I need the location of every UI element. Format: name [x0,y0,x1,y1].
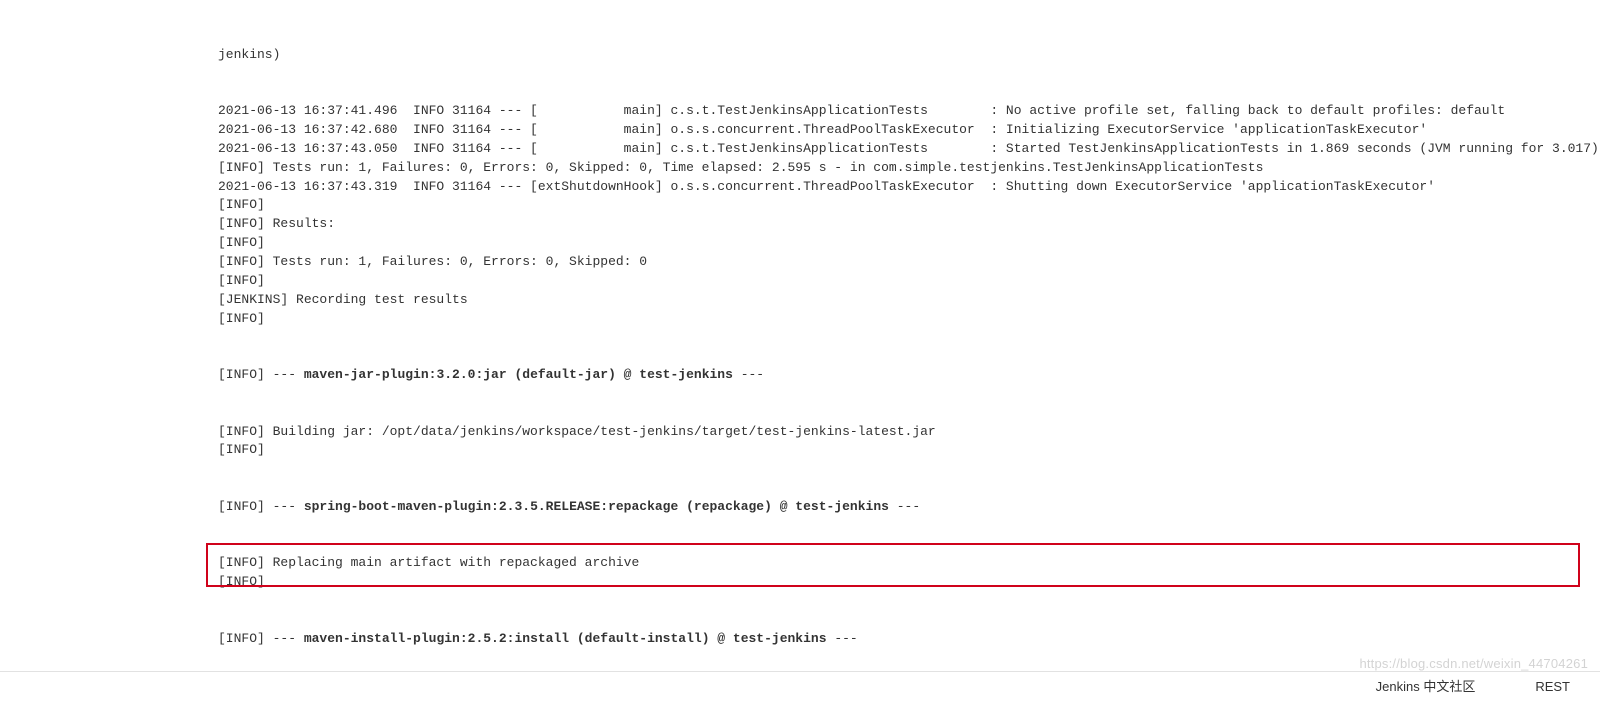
log-line: [INFO] [218,272,1600,291]
log-line: [INFO] [218,441,1600,460]
log-line: [JENKINS] Recording test results [218,291,1600,310]
maven-plugin-bold: maven-install-plugin:2.5.2:install (defa… [304,631,827,646]
log-line-plugin: [INFO] --- maven-install-plugin:2.5.2:in… [218,630,1600,649]
log-line: [INFO] Results: [218,215,1600,234]
maven-plugin-bold: spring-boot-maven-plugin:2.3.5.RELEASE:r… [304,499,889,514]
log-line: [INFO] [218,234,1600,253]
console-viewport: jenkins) 2021-06-13 16:37:41.496 INFO 31… [0,0,1600,702]
footer-rest-link[interactable]: REST [1535,678,1570,697]
log-line: [INFO] Tests run: 1, Failures: 0, Errors… [218,253,1600,272]
log-line: jenkins) [218,46,1600,65]
log-line: 2021-06-13 16:37:43.319 INFO 31164 --- [… [218,178,1600,197]
maven-plugin-bold: maven-jar-plugin:3.2.0:jar (default-jar)… [304,367,733,382]
footer-community-link[interactable]: Jenkins 中文社区 [1376,678,1476,697]
annotation-highlight-box [206,543,1580,587]
log-line: [INFO] Building jar: /opt/data/jenkins/w… [218,423,1600,442]
log-line: 2021-06-13 16:37:41.496 INFO 31164 --- [… [218,102,1600,121]
log-line-plugin: [INFO] --- spring-boot-maven-plugin:2.3.… [218,498,1600,517]
log-line: [INFO] Tests run: 1, Failures: 0, Errors… [218,159,1600,178]
log-line: 2021-06-13 16:37:42.680 INFO 31164 --- [… [218,121,1600,140]
page-footer: Jenkins 中文社区 REST [0,671,1600,702]
log-line-plugin: [INFO] --- maven-jar-plugin:3.2.0:jar (d… [218,366,1600,385]
log-line: [INFO] [218,310,1600,329]
log-line: 2021-06-13 16:37:43.050 INFO 31164 --- [… [218,140,1600,159]
console-output[interactable]: jenkins) 2021-06-13 16:37:41.496 INFO 31… [0,0,1600,702]
log-line: [INFO] [218,196,1600,215]
